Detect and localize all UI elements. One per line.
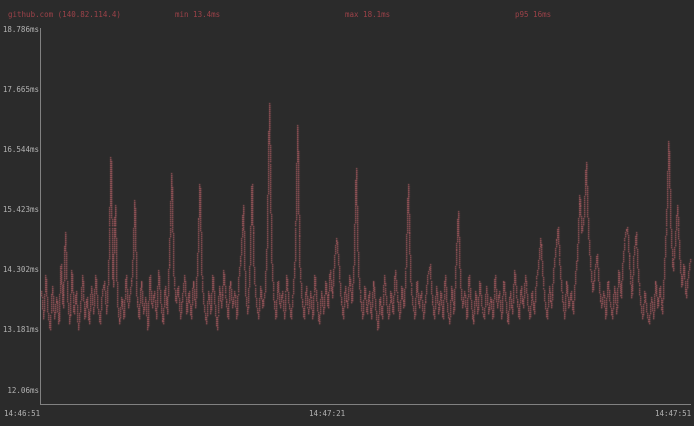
terminal-window: github.com (140.82.114.4) min 13.4ms max…: [0, 0, 694, 426]
ping-graph-canvas: [0, 0, 694, 426]
